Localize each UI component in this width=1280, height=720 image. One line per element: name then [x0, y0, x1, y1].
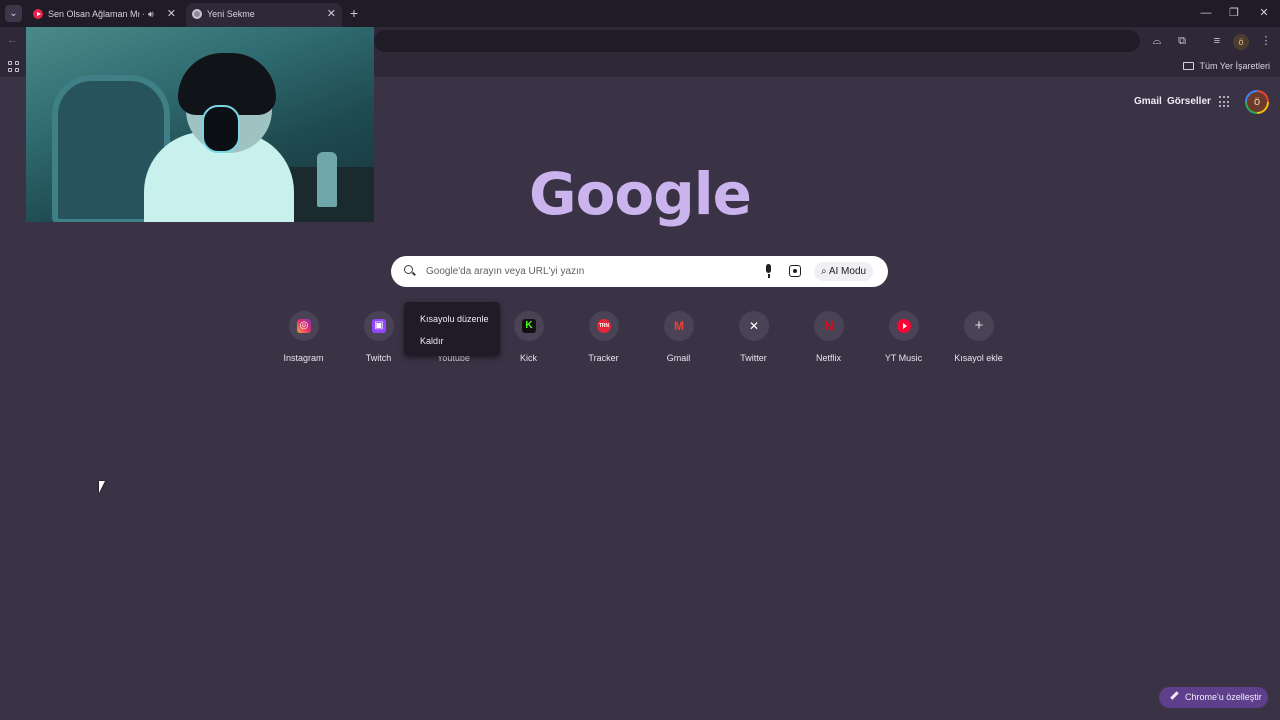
shortcut-label: Netflix	[815, 353, 841, 363]
folder-icon	[1183, 62, 1195, 70]
tab-youtube[interactable]: Sen Olsan Ağlaman Mı - YouTube 🔊︎ ✕	[27, 3, 182, 27]
youtube-music-icon	[897, 319, 911, 333]
x-icon: ✕	[748, 319, 760, 333]
search-icon	[404, 265, 413, 274]
menu-kebab-icon[interactable]: ⋮	[1258, 33, 1274, 49]
restore-button[interactable]: ❐	[1224, 4, 1244, 22]
shortcut-instagram[interactable]: ◎ Instagram	[266, 309, 341, 369]
gmail-link[interactable]: Gmail	[1134, 96, 1162, 107]
chevron-down-icon: ⌄	[9, 8, 18, 19]
speaker-icon[interactable]: 🔊︎	[148, 3, 154, 25]
shortcut-tile: K	[514, 311, 544, 341]
shortcut-context-menu: Kısayolu düzenle Kaldır	[404, 302, 500, 356]
menu-item-edit-shortcut[interactable]: Kısayolu düzenle	[420, 314, 489, 324]
shortcut-label: Tracker	[588, 353, 619, 363]
close-window-button[interactable]: ✕	[1254, 4, 1274, 22]
menu-item-remove[interactable]: Kaldır	[420, 336, 444, 346]
shortcut-tile	[889, 311, 919, 341]
kick-icon: K	[522, 319, 536, 333]
chrome-icon	[192, 9, 202, 19]
shortcut-kick[interactable]: K Kick	[491, 309, 566, 369]
microphone-icon[interactable]	[763, 264, 775, 279]
google-logo: Google	[528, 160, 752, 228]
tab-close-icon[interactable]: ✕	[167, 3, 176, 25]
water-bottle	[317, 152, 337, 207]
shortcut-tile: ▣	[364, 311, 394, 341]
webcam-overlay	[26, 27, 374, 222]
shortcut-yt-music[interactable]: YT Music	[866, 309, 941, 369]
all-bookmarks-label: Tüm Yer İşaretleri	[1199, 61, 1270, 71]
customize-label: Chrome'u özelleştir	[1185, 692, 1262, 702]
back-arrow-icon[interactable]: ←	[7, 34, 18, 46]
shortcut-tile: +	[964, 311, 994, 341]
tab-close-icon[interactable]: ✕	[327, 3, 336, 25]
shortcut-label: Kick	[519, 353, 537, 363]
search-box[interactable]: ⌕ AI Modu	[391, 256, 888, 287]
shortcut-tile: TRN	[589, 311, 619, 341]
address-bar[interactable]	[374, 30, 1140, 52]
ai-mode-label: AI Modu	[828, 266, 867, 277]
images-link[interactable]: Görseller	[1167, 96, 1211, 107]
youtube-icon	[33, 9, 43, 19]
shortcuts-grid: ◎ Instagram ▣ Twitch ▶ Youtube K Kick TR…	[266, 309, 1016, 369]
plus-icon: +	[974, 317, 984, 334]
mouse-cursor	[99, 481, 105, 493]
shortcut-tile: ✕	[739, 311, 769, 341]
shortcut-label: Gmail	[666, 353, 691, 363]
ai-mode-button[interactable]: ⌕ AI Modu	[814, 262, 874, 281]
shortcut-tile: N	[814, 311, 844, 341]
minimize-button[interactable]: —	[1196, 4, 1216, 22]
extensions-icon[interactable]: ⧉	[1174, 33, 1190, 49]
account-avatar[interactable]: ö	[1245, 90, 1269, 114]
instagram-icon: ◎	[297, 319, 311, 333]
customize-chrome-button[interactable]: Chrome'u özelleştir	[1159, 687, 1268, 708]
netflix-icon: N	[824, 318, 834, 333]
tracker-icon: TRN	[597, 319, 611, 333]
new-tab-button[interactable]: +	[346, 4, 362, 22]
shortcut-tracker[interactable]: TRN Tracker	[566, 309, 641, 369]
shortcut-tile: M	[664, 311, 694, 341]
tab-search-button[interactable]: ⌄	[5, 5, 22, 22]
tab-new-tab[interactable]: Yeni Sekme ✕	[186, 3, 342, 27]
twitch-icon: ▣	[372, 319, 386, 333]
account-initial: ö	[1247, 92, 1267, 112]
shortcut-label: Twitter	[740, 353, 767, 363]
google-lens-icon[interactable]	[789, 265, 801, 277]
all-bookmarks-button[interactable]: Tüm Yer İşaretleri	[1183, 55, 1270, 78]
sparkle-search-icon: ⌕	[821, 266, 829, 277]
shortcut-netflix[interactable]: N Netflix	[791, 309, 866, 369]
profile-avatar[interactable]: ö	[1233, 34, 1249, 50]
headset	[202, 105, 240, 153]
shortcut-tile: ◎	[289, 311, 319, 341]
shortcut-label: Instagram	[283, 353, 324, 363]
tab-title: Yeni Sekme	[207, 9, 255, 19]
shortcut-label: YT Music	[884, 353, 923, 363]
gmail-icon: M	[674, 319, 684, 333]
search-input[interactable]	[426, 263, 746, 280]
media-controls-icon[interactable]: ≡	[1209, 33, 1225, 49]
incognito-glasses-icon[interactable]: ⌓	[1149, 33, 1165, 49]
tab-title: Sen Olsan Ağlaman Mı - YouTube	[48, 9, 144, 19]
shortcut-twitter[interactable]: ✕ Twitter	[716, 309, 791, 369]
pencil-icon	[1170, 691, 1179, 700]
shortcut-add[interactable]: + Kısayol ekle	[941, 309, 1016, 369]
google-apps-icon[interactable]	[1219, 96, 1231, 108]
apps-grid-icon[interactable]	[8, 61, 19, 72]
shortcut-gmail[interactable]: M Gmail	[641, 309, 716, 369]
shortcut-label: Kısayol ekle	[954, 353, 1003, 363]
tab-strip: ⌄ Sen Olsan Ağlaman Mı - YouTube 🔊︎ ✕ Ye…	[0, 0, 1280, 27]
